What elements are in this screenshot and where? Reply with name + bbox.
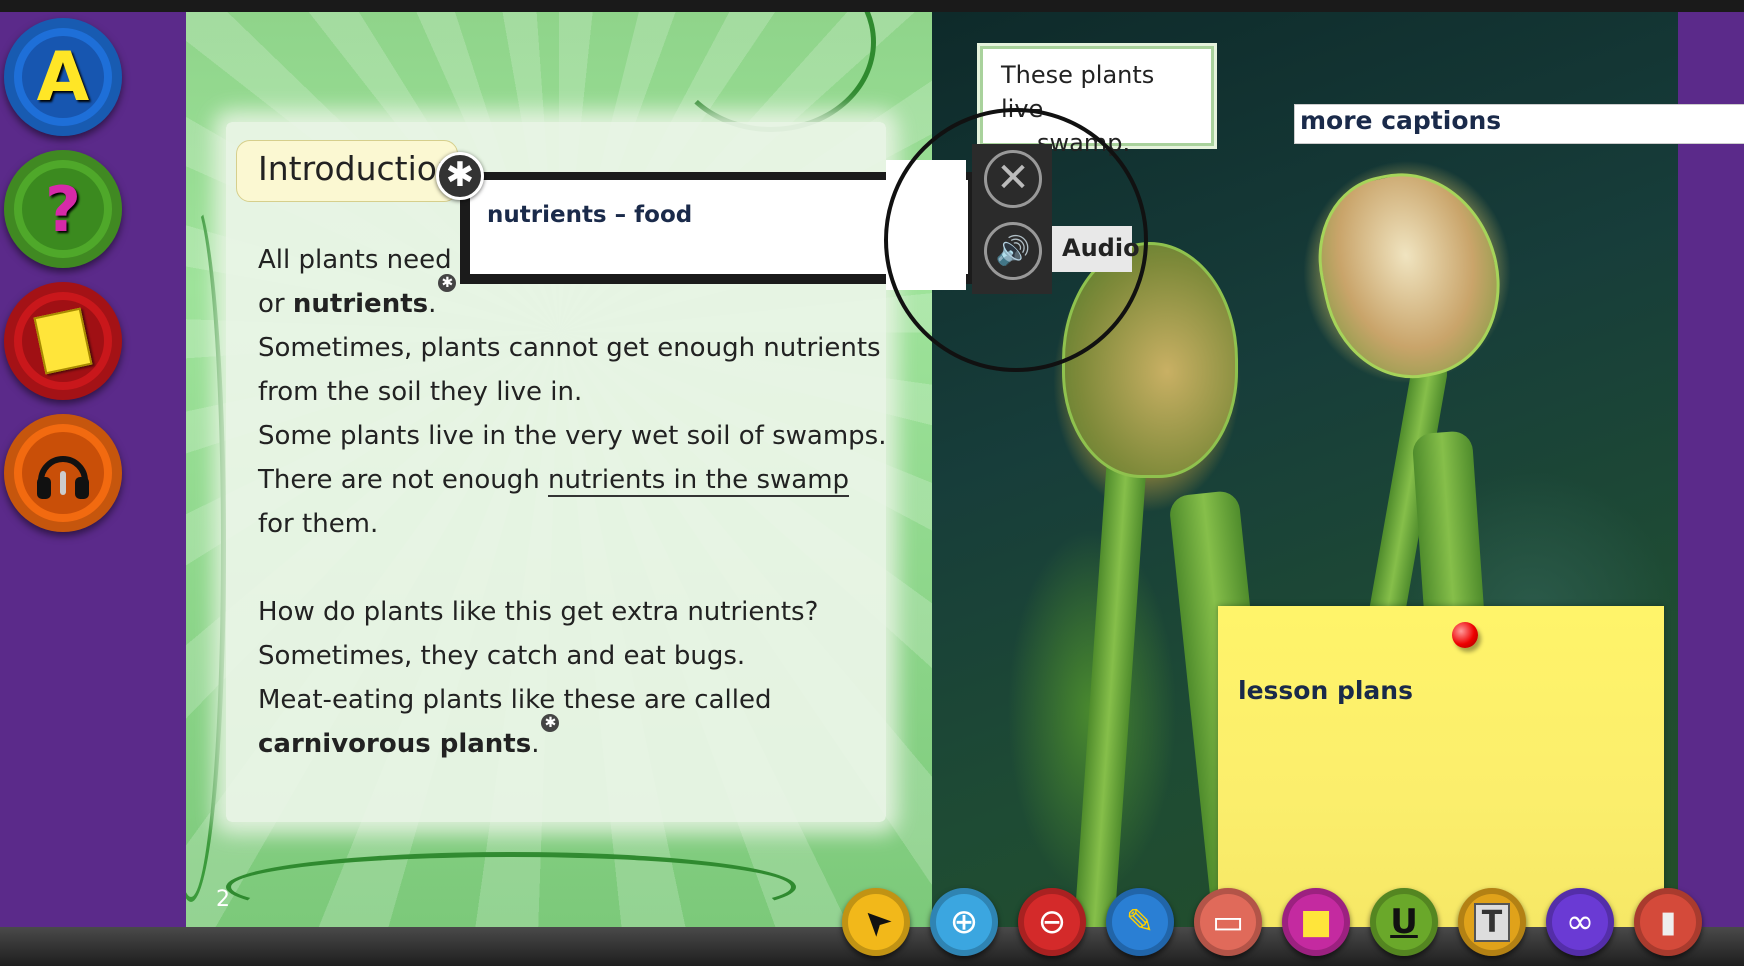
trap-right bbox=[1302, 155, 1518, 395]
headphones-icon bbox=[22, 432, 104, 514]
text-line: Some plants live in the very wet soil of… bbox=[258, 421, 887, 451]
text-line: carnivorous plants.✱ bbox=[258, 714, 560, 766]
a-button[interactable]: A bbox=[4, 18, 122, 136]
text-line: How do plants like this get extra nutrie… bbox=[258, 597, 819, 627]
underlined-phrase[interactable]: nutrients in the swamp bbox=[548, 465, 850, 497]
sticky-note[interactable] bbox=[1218, 606, 1664, 927]
notes-button[interactable] bbox=[4, 282, 122, 400]
pointer-tool[interactable]: ➤ bbox=[842, 888, 910, 956]
sticky-note-icon: ■ bbox=[1299, 902, 1333, 942]
vine-decoration bbox=[226, 852, 796, 922]
notepad-icon bbox=[22, 300, 104, 382]
definition-text: nutrients – food bbox=[487, 202, 693, 228]
sticky-note-text[interactable]: lesson plans bbox=[1238, 676, 1413, 705]
pointer-icon: ➤ bbox=[851, 897, 901, 947]
text-line: for them. bbox=[258, 509, 379, 539]
pen-tool[interactable]: ✎ bbox=[1106, 888, 1174, 956]
more-captions-text: more captions bbox=[1300, 106, 1502, 135]
a-icon: A bbox=[22, 36, 104, 118]
audio-button[interactable] bbox=[4, 414, 122, 532]
left-rail: A ? bbox=[0, 12, 186, 927]
help-icon: ? bbox=[22, 168, 104, 250]
zoom-in-tool[interactable]: ⊕ bbox=[930, 888, 998, 956]
toolbar: ➤ ⊕ ⊖ ✎ ▭ ■ U T ∞ ▮ bbox=[834, 888, 1702, 966]
text-line: All plants need bbox=[258, 245, 452, 275]
text-line: Meat-eating plants like these are called bbox=[258, 685, 772, 715]
help-button[interactable]: ? bbox=[4, 150, 122, 268]
zoom-in-icon: ⊕ bbox=[949, 902, 979, 942]
pushpin-icon bbox=[1452, 622, 1478, 648]
text-line: Sometimes, they catch and eat bugs. bbox=[258, 641, 746, 671]
page-number: 2 bbox=[216, 887, 230, 912]
clear-icon: ▮ bbox=[1659, 904, 1677, 940]
text-line: or nutrients.✱ bbox=[258, 274, 457, 326]
pen-icon: ✎ bbox=[1125, 902, 1155, 942]
keyword-nutrients[interactable]: nutrients bbox=[293, 289, 428, 319]
text-icon: T bbox=[1473, 902, 1511, 942]
zoom-out-icon: ⊖ bbox=[1037, 902, 1067, 942]
text-line: Sometimes, plants cannot get enough nutr… bbox=[258, 333, 881, 363]
glossary-star-icon[interactable]: ✱ bbox=[541, 714, 560, 732]
underline-tool[interactable]: U bbox=[1370, 888, 1438, 956]
a-glyph: A bbox=[36, 37, 90, 117]
link-tool[interactable]: ∞ bbox=[1546, 888, 1614, 956]
right-strip bbox=[1678, 12, 1744, 927]
eraser-tool[interactable]: ▭ bbox=[1194, 888, 1262, 956]
glossary-star-icon[interactable]: ✱ bbox=[438, 274, 457, 292]
zoom-out-tool[interactable]: ⊖ bbox=[1018, 888, 1086, 956]
underline-icon: U bbox=[1390, 902, 1418, 942]
sticky-note-tool[interactable]: ■ bbox=[1282, 888, 1350, 956]
book-page-left: Introduction All plants need or nutrient… bbox=[186, 12, 932, 927]
glossary-star-icon[interactable]: ✱ bbox=[436, 152, 484, 200]
clear-tool[interactable]: ▮ bbox=[1634, 888, 1702, 956]
text-line: There are not enough nutrients in the sw… bbox=[258, 465, 850, 497]
text-line: from the soil they live in. bbox=[258, 377, 583, 407]
help-glyph: ? bbox=[45, 172, 81, 246]
magnifier-lens bbox=[884, 108, 1148, 372]
link-icon: ∞ bbox=[1565, 902, 1595, 942]
eraser-icon: ▭ bbox=[1211, 902, 1245, 942]
page-title: Introduction bbox=[258, 149, 458, 188]
text-tool[interactable]: T bbox=[1458, 888, 1526, 956]
top-strip bbox=[0, 0, 1744, 12]
keyword-carnivorous-plants[interactable]: carnivorous plants bbox=[258, 729, 531, 759]
